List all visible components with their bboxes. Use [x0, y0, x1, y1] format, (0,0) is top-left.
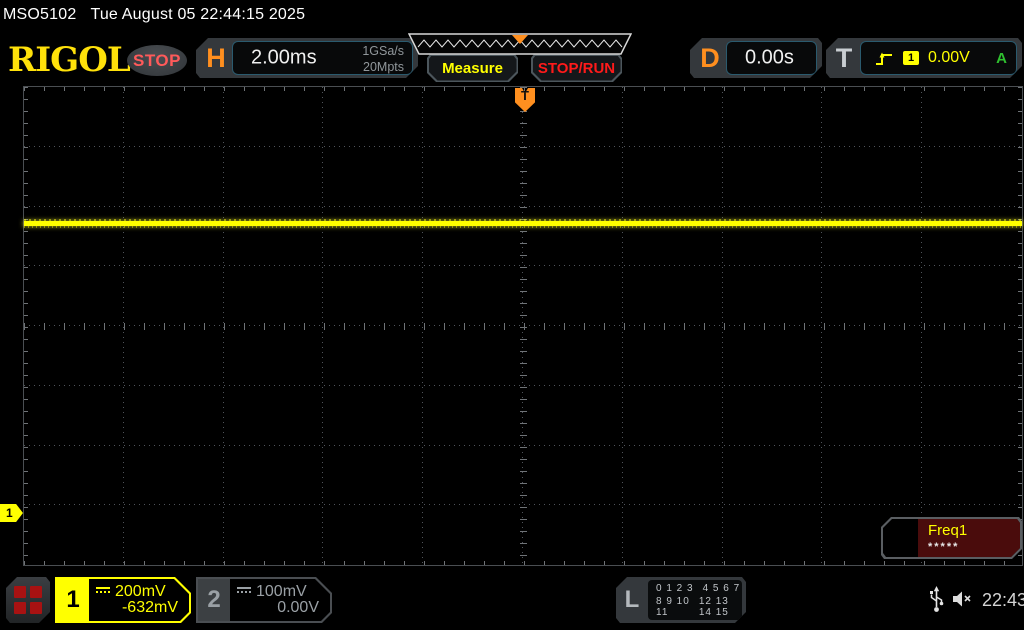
measurement-panel-inner: Freq1 *****	[883, 519, 1020, 557]
grid-ticks-center-horizontal	[24, 323, 1022, 330]
acquisition-info: 1GSa/s 20Mpts	[362, 44, 404, 75]
channel2-offset: 0.00V	[277, 599, 319, 617]
rigol-logo: RIGOL	[8, 40, 130, 80]
stop-run-button[interactable]: STOP/RUN	[531, 54, 622, 82]
logic-channels-0-3: 0 1 2 3	[656, 583, 694, 594]
logic-analyzer-label: L	[618, 577, 646, 623]
trigger-source-badge: 1	[903, 51, 919, 65]
trigger-sweep-mode: A	[996, 50, 1007, 67]
speaker-muted-icon	[951, 590, 975, 613]
measurement-title: Freq1	[928, 522, 967, 539]
trigger-inset: 1 0.00V A	[860, 41, 1017, 75]
stop-run-button-label: STOP/RUN	[538, 60, 615, 77]
delay-label: D	[694, 38, 726, 78]
trigger-label: T	[830, 38, 858, 78]
channel2-badge[interactable]: 2 100mV 0.00V	[196, 577, 332, 623]
run-state-label: STOP	[133, 51, 181, 71]
measure-button[interactable]: Measure	[427, 54, 518, 82]
trigger-level-value: 0.00V	[928, 49, 970, 67]
delay-panel[interactable]: D 0.00s	[690, 38, 822, 78]
timebase-value: 2.00ms	[251, 47, 317, 70]
channel1-offset: -632mV	[122, 599, 178, 617]
channel1-waveform	[24, 221, 1022, 226]
measurement-value: *****	[928, 541, 959, 553]
trigger-slope-icon	[874, 50, 894, 67]
channel1-number: 1	[57, 579, 89, 621]
model-name: MSO5102	[3, 6, 76, 23]
delay-inset: 0.00s	[726, 41, 817, 75]
dc-coupling-icon	[237, 587, 251, 597]
memory-depth: 20Mpts	[362, 60, 404, 76]
logic-analyzer-badge[interactable]: L 0 1 2 3 4 5 6 7 8 9 10 11 12 13 14 15	[616, 577, 746, 623]
run-state-badge: STOP	[127, 45, 187, 76]
clock: 22:43	[982, 590, 1024, 611]
datetime-label: Tue August 05 22:44:15 2025	[90, 6, 305, 23]
channel1-offset-marker[interactable]: 1	[0, 504, 23, 522]
logic-channels-12-15: 12 13 14 15	[699, 596, 742, 618]
horizontal-position-bar[interactable]	[408, 33, 632, 56]
menu-button[interactable]	[6, 577, 50, 623]
four-squares-icon	[14, 586, 42, 614]
channel2-number: 2	[198, 579, 230, 621]
graticule: T	[23, 86, 1023, 566]
horizontal-panel[interactable]: H 2.00ms 1GSa/s 20Mpts	[196, 38, 418, 78]
dc-coupling-icon	[96, 587, 110, 597]
logic-channel-numbers: 0 1 2 3 4 5 6 7 8 9 10 11 12 13 14 15	[648, 580, 742, 620]
horizontal-label: H	[200, 38, 232, 78]
measurement-panel[interactable]: Freq1 *****	[881, 517, 1022, 559]
logic-channels-8-11: 8 9 10 11	[656, 596, 690, 618]
channel1-badge[interactable]: 1 200mV -632mV	[55, 577, 191, 623]
oscilloscope-screen: MSO5102 Tue August 05 22:44:15 2025 RIGOL…	[0, 0, 1024, 630]
delay-value: 0.00s	[745, 47, 794, 70]
channel1-offset-marker-label: 1	[6, 506, 13, 520]
logic-channels-4-7: 4 5 6 7	[703, 583, 741, 594]
usb-icon	[929, 586, 944, 619]
sample-rate: 1GSa/s	[362, 44, 404, 60]
trigger-panel[interactable]: T 1 0.00V A	[826, 38, 1022, 78]
horizontal-inset: 2.00ms 1GSa/s 20Mpts	[232, 41, 413, 75]
status-bar: MSO5102 Tue August 05 22:44:15 2025	[3, 6, 305, 24]
measure-button-label: Measure	[442, 60, 503, 77]
